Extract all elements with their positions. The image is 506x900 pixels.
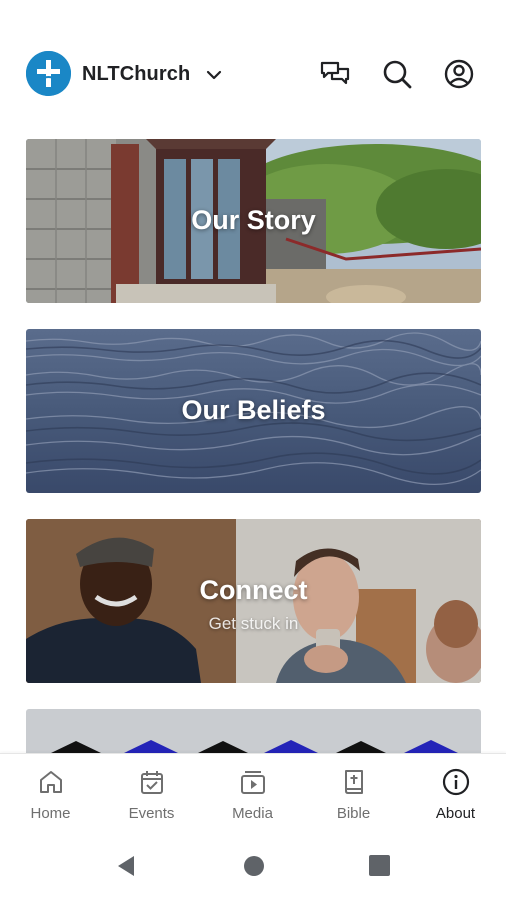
card-subtitle: Get stuck in <box>208 614 299 633</box>
card-our-beliefs[interactable]: Our Beliefs <box>26 329 481 493</box>
card-title: Our Beliefs <box>181 395 326 425</box>
chevron-down-icon[interactable] <box>205 66 223 89</box>
calendar-icon <box>138 768 166 801</box>
nav-events[interactable]: Events <box>101 754 202 834</box>
nav-home[interactable]: Home <box>0 754 101 834</box>
bottom-navigation: Home Events Media Bible About <box>0 753 506 833</box>
nav-bible[interactable]: Bible <box>303 754 404 834</box>
back-icon[interactable] <box>116 855 136 882</box>
nav-label: About <box>435 805 476 822</box>
account-icon[interactable] <box>443 58 475 90</box>
system-navigation-bar <box>0 833 506 900</box>
nav-about[interactable]: About <box>405 754 506 834</box>
church-name[interactable]: NLTChurch <box>82 63 190 86</box>
card-our-story[interactable]: Our Story <box>26 139 481 303</box>
chat-icon[interactable] <box>319 58 351 90</box>
church-logo-icon[interactable] <box>26 51 71 96</box>
nav-label: Bible <box>336 805 371 822</box>
media-icon <box>239 768 267 801</box>
app-header: NLTChurch <box>0 0 506 125</box>
home-icon <box>37 768 65 801</box>
card-partial[interactable] <box>26 709 481 753</box>
nav-label: Media <box>232 805 273 822</box>
recents-square-icon[interactable] <box>369 855 390 881</box>
card-title: Connect <box>199 575 308 605</box>
nav-label: Events <box>128 805 175 822</box>
home-circle-icon[interactable] <box>243 855 265 882</box>
bible-icon <box>340 768 368 801</box>
nav-label: Home <box>30 805 71 822</box>
pattern-image <box>26 709 481 753</box>
search-icon[interactable] <box>381 58 413 90</box>
info-icon <box>442 768 470 801</box>
card-title: Our Story <box>191 205 316 235</box>
card-connect[interactable]: Connect Get stuck in <box>26 519 481 683</box>
nav-media[interactable]: Media <box>202 754 303 834</box>
